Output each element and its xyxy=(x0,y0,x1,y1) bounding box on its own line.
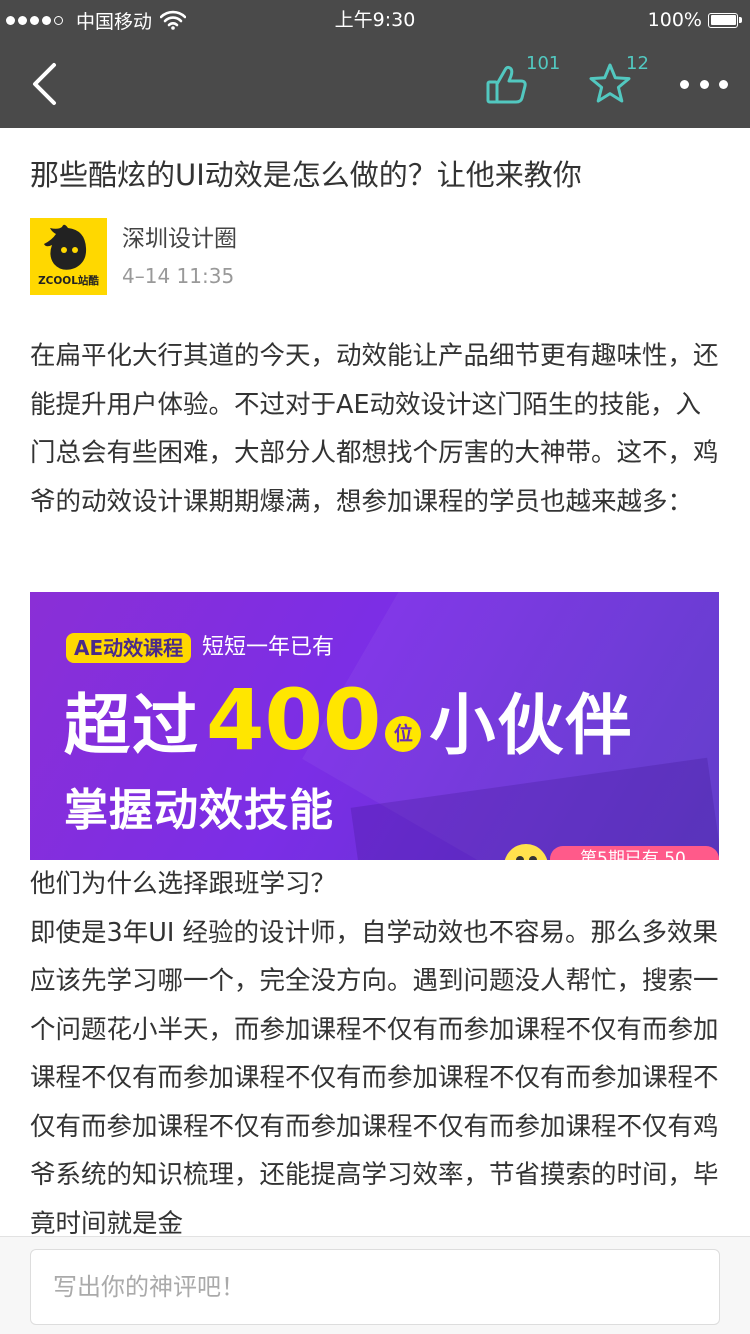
course-banner-image[interactable]: AE动效课程 短短一年已有 超过 400 位 小伙伴 掌握动效技能 第5期已有 … xyxy=(30,592,719,860)
article-paragraph-2: 他们为什么选择跟班学习？ 即使是3年UI 经验的设计师，自学动效也不容易。那么多效… xyxy=(30,860,720,1248)
status-right: 100% xyxy=(648,0,742,40)
banner-subtitle: 短短一年已有 xyxy=(202,635,335,660)
banner-bottom-text: 掌握动效技能 xyxy=(64,785,334,836)
avatar[interactable]: ZCOOL站酷 xyxy=(30,218,107,295)
publish-time: 4–14 11:35 xyxy=(122,264,235,288)
back-button[interactable] xyxy=(18,58,70,110)
zcool-logo: ZCOOL站酷 xyxy=(38,224,99,287)
status-time: 上午9:30 xyxy=(334,9,416,31)
more-icon[interactable] xyxy=(680,66,728,102)
banner-headline-suffix: 小伙伴 xyxy=(429,687,634,764)
battery-nub xyxy=(739,17,742,23)
thumbs-up-icon xyxy=(486,65,527,104)
banner-headline-unit: 位 xyxy=(385,716,422,752)
banner-headline: 超过 400 位 小伙伴 xyxy=(64,671,634,769)
author-name[interactable]: 深圳设计圈 xyxy=(122,223,237,255)
status-bar: 中国移动 上午9:30 100% xyxy=(0,0,750,40)
comment-bar xyxy=(0,1236,750,1334)
comment-input[interactable] xyxy=(30,1249,720,1325)
paragraph-2-body: 即使是3年UI 经验的设计师，自学动效也不容易。那么多效果应该先学习哪一个，完全… xyxy=(30,917,719,1239)
navigation-bar: 101 12 xyxy=(0,40,750,128)
svg-text:ZCOOL站酷: ZCOOL站酷 xyxy=(38,274,99,287)
favorite-count: 12 xyxy=(626,53,649,74)
battery-percent: 100% xyxy=(647,9,702,31)
banner-badge: 第5期已有 50 名 xyxy=(550,846,719,860)
author-info: ZCOOL站酷 深圳设计圈 4–14 11:35 xyxy=(30,218,720,296)
favorite-button[interactable]: 12 xyxy=(584,53,664,116)
like-count: 101 xyxy=(526,53,561,74)
article-paragraph-1: 在扁平化大行其道的今天，动效能让产品细节更有趣味性，还能提升用户体验。不过对于A… xyxy=(30,341,719,517)
like-button[interactable]: 101 xyxy=(482,53,572,116)
chevron-left-icon xyxy=(33,63,56,105)
article-title: 那些酷炫的UI动效是怎么做的？让他来教你 xyxy=(30,158,582,192)
banner-headline-prefix: 超过 xyxy=(64,687,200,764)
section-question: 他们为什么选择跟班学习？ xyxy=(30,869,337,899)
battery-icon xyxy=(708,12,738,28)
banner-headline-number: 400 xyxy=(206,671,382,769)
banner-tag: AE动效课程 xyxy=(66,633,192,663)
